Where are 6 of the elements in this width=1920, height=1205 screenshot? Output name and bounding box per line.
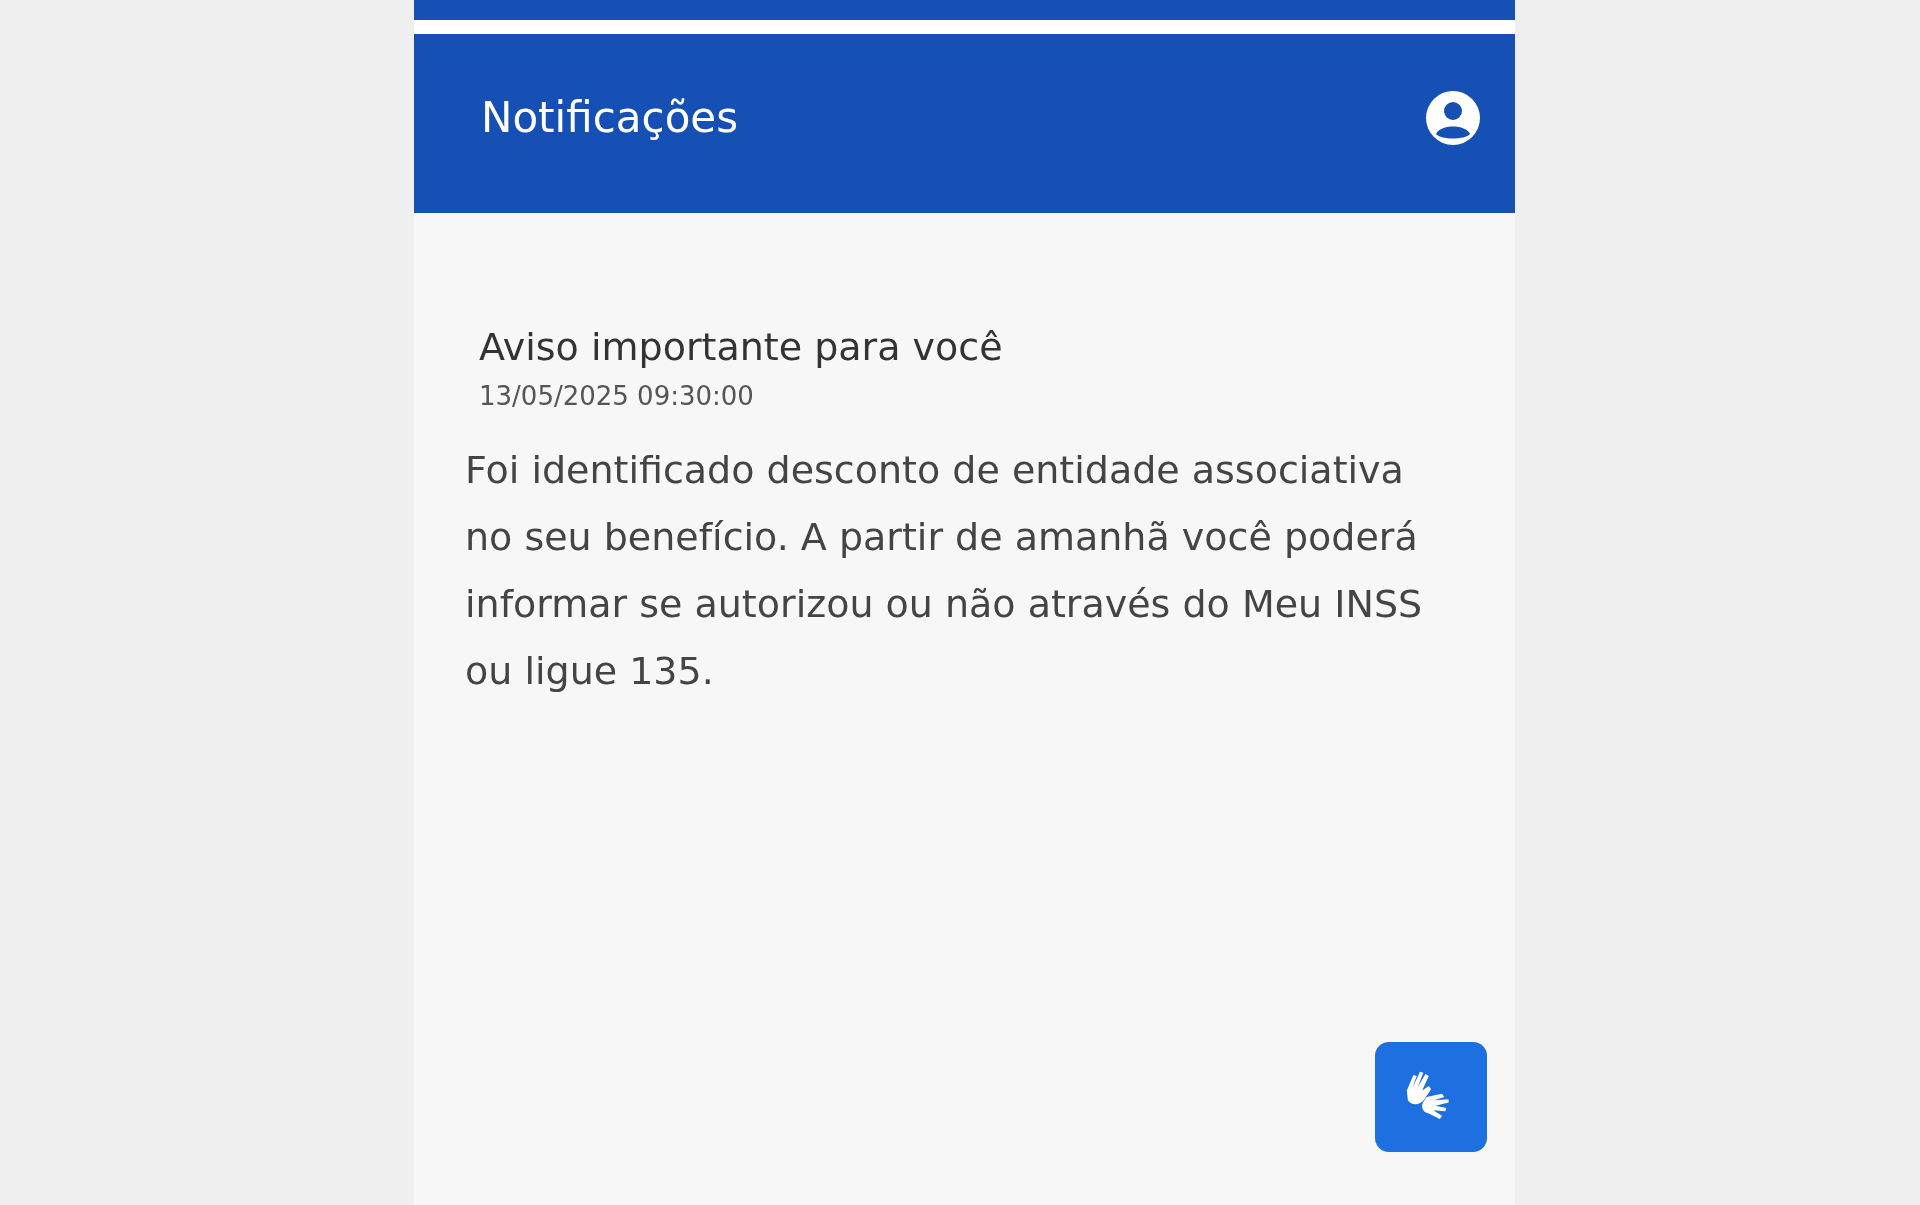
page-title: Notificações	[481, 93, 739, 142]
notification-date: 13/05/2025 09:30:00	[479, 381, 755, 411]
notification-title: Aviso importante para você	[479, 325, 1004, 369]
profile-icon[interactable]	[1425, 89, 1481, 146]
sign-language-button[interactable]	[1375, 1042, 1487, 1152]
notification-message: Foi identificado desconto de entidade associativa no seu benefício. A partir de amanhã você poderá informar se autorizou ou não através do Meu INSS ou ligue 135.	[465, 447, 1424, 695]
